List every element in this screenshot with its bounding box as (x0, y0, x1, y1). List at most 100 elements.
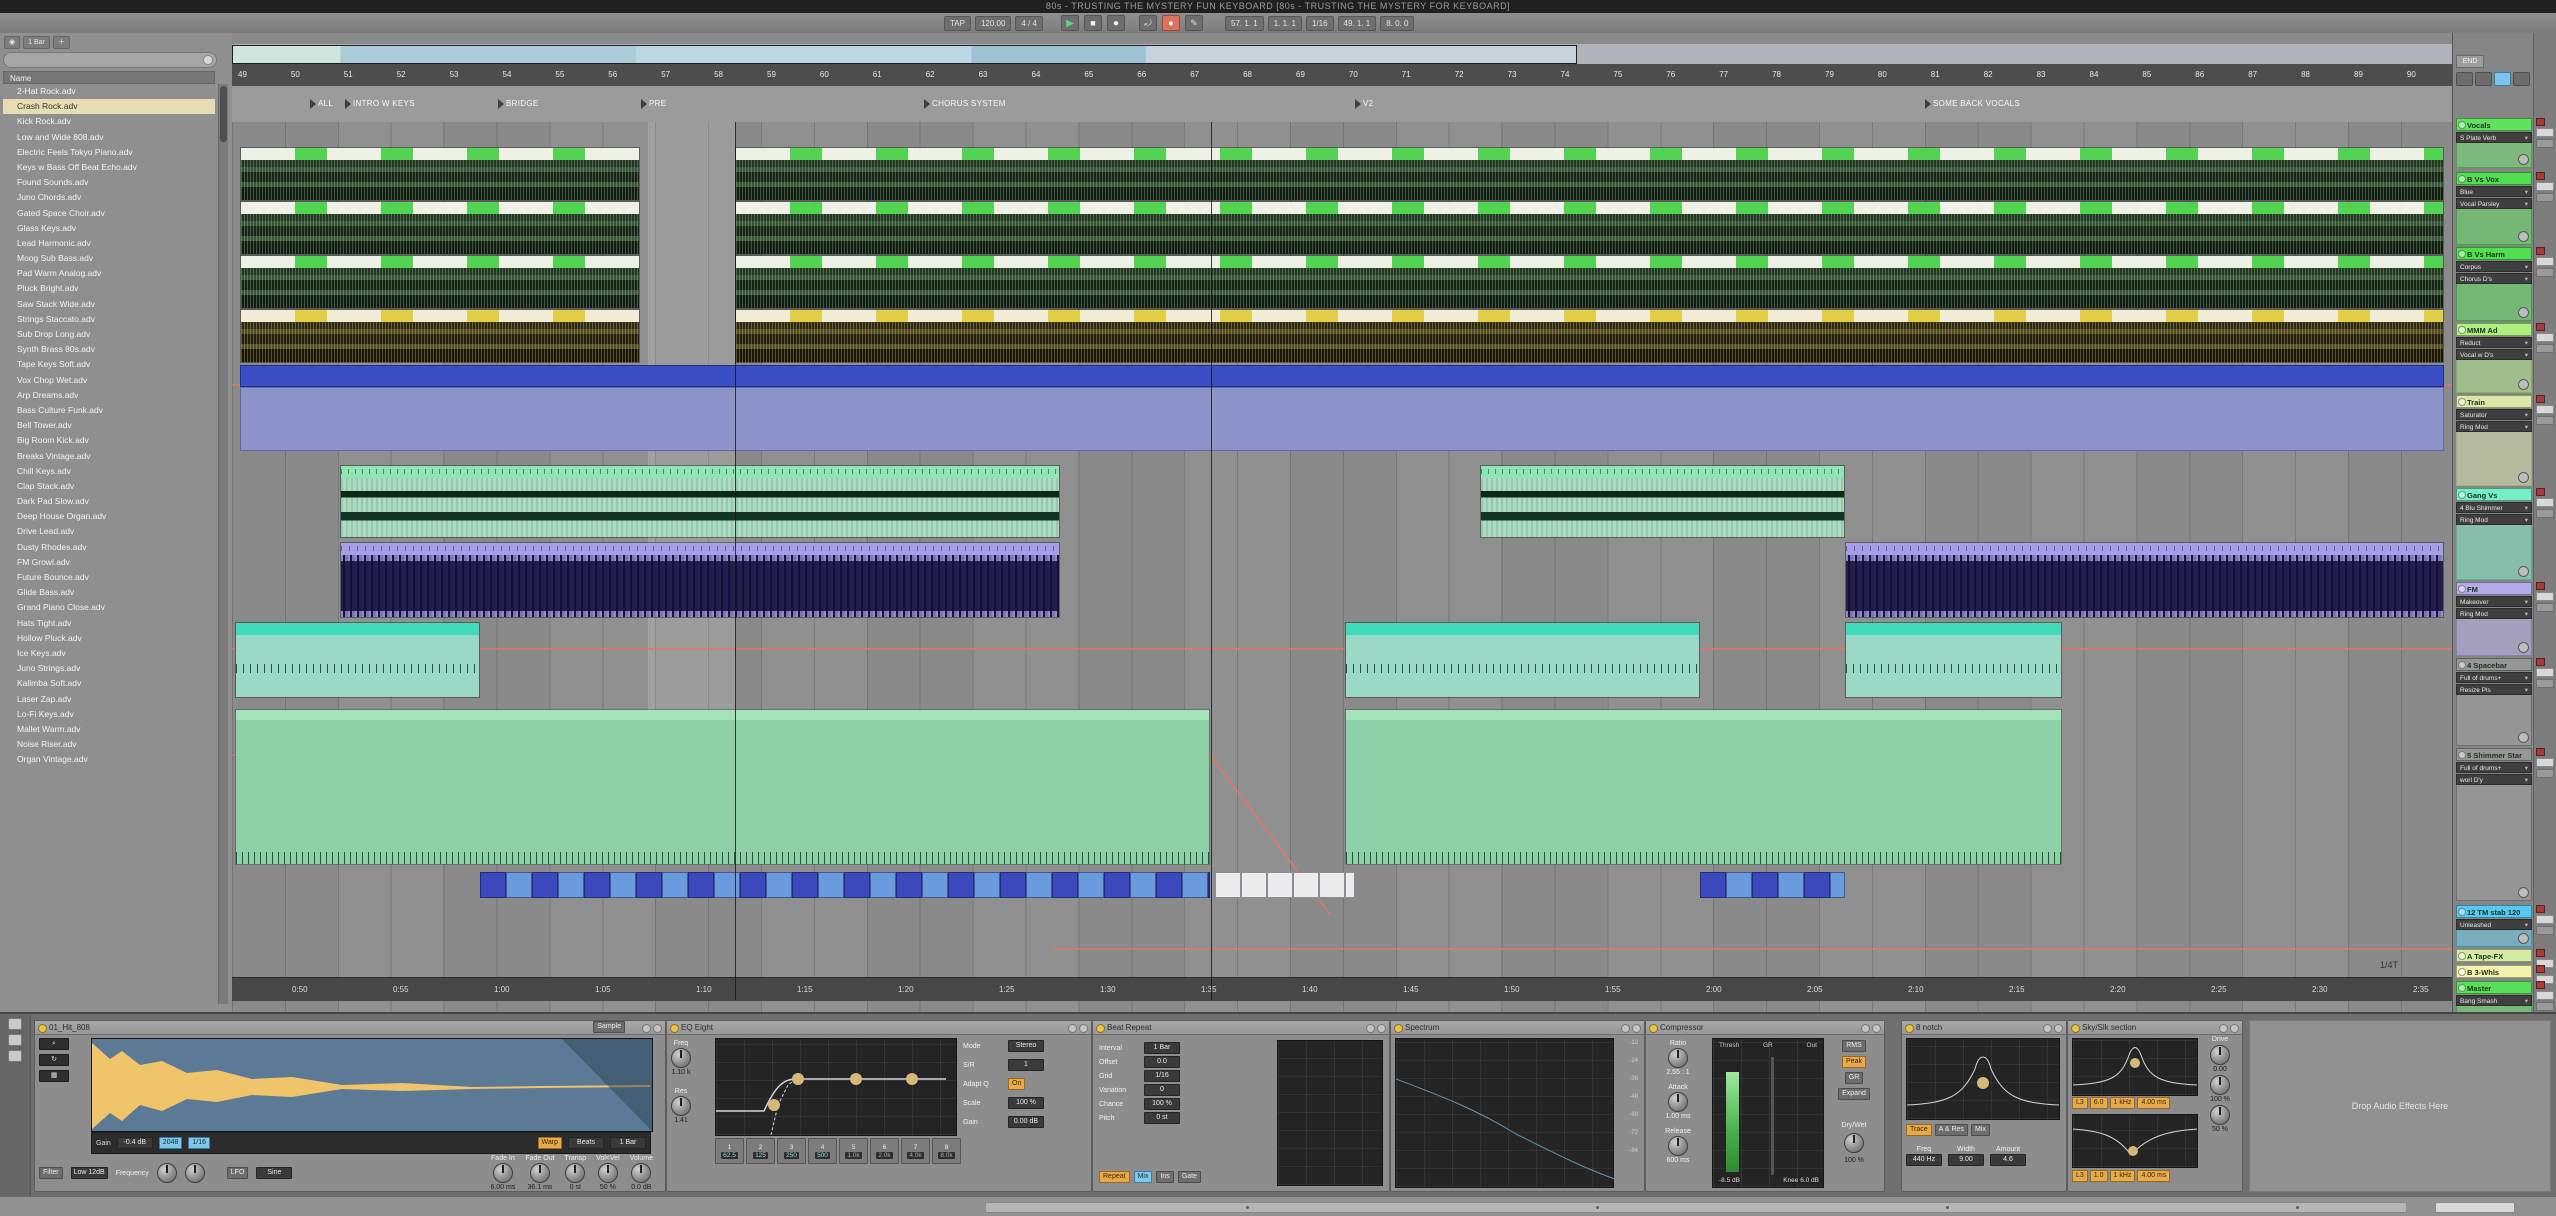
snap-icon[interactable]: ▦ (39, 1070, 69, 1082)
clip-waveform-body[interactable] (1346, 720, 2061, 864)
io-toggle-icon[interactable] (8, 1050, 22, 1062)
io-box[interactable] (2536, 603, 2554, 612)
dual-chip[interactable]: L3 (2072, 1097, 2088, 1109)
filter-type-box[interactable]: Low 12dB (71, 1167, 108, 1179)
record-arm-icon[interactable] (2536, 965, 2545, 973)
track-device-dropdown[interactable]: worl D'y▾ (2456, 774, 2532, 785)
clip-header[interactable] (241, 310, 639, 322)
expand-chip[interactable]: Expand (1838, 1088, 1870, 1100)
io-box[interactable] (2536, 344, 2554, 353)
browser-file-item[interactable]: Electric Feels Tokyo Piano.adv (3, 145, 215, 160)
clip-waveform-body[interactable] (736, 322, 2443, 362)
tempo-field[interactable]: 120.00 (975, 16, 1011, 31)
track-activator-icon[interactable] (2458, 984, 2466, 992)
drywet-knob[interactable] (1844, 1133, 1864, 1153)
browser-filter-chip-1[interactable]: 1 Bar (23, 36, 50, 49)
dual-knob[interactable]: 0.00 (2210, 1045, 2230, 1073)
browser-file-item[interactable]: Vox Chop Wet.adv (3, 373, 215, 388)
track-header-b-vs-vox[interactable]: B Vs VoxBlue▾Vocal Parsley▾ (2456, 172, 2532, 245)
clip-header[interactable] (341, 466, 1059, 478)
clip-waveform-body[interactable] (1846, 635, 2061, 697)
io-box[interactable] (2536, 193, 2554, 202)
track-activator-icon[interactable] (2458, 968, 2466, 976)
device-drop-zone[interactable]: Drop Audio Effects Here (2249, 1020, 2551, 1192)
grid-chip[interactable]: 1/16 (188, 1137, 210, 1149)
beatrepeat-param[interactable]: Grid1/16 (1099, 1070, 1269, 1082)
clip-waveform-body[interactable] (1481, 478, 1844, 537)
midi-clip-cell[interactable] (1208, 872, 1210, 898)
compressor-title-bar[interactable]: Compressor (1646, 1021, 1884, 1035)
stop-button[interactable]: ■ (1084, 15, 1102, 31)
thresh-value[interactable]: -8.5 dB (1719, 1177, 1740, 1184)
eq8-band-8[interactable]: 88.0k (932, 1138, 961, 1164)
locator-marker[interactable]: CHORUS SYSTEM (924, 97, 1006, 110)
audio-clip-yellow[interactable] (240, 309, 640, 363)
dual-chip[interactable]: 1 kHz (2110, 1097, 2136, 1109)
repeat-button[interactable]: Repeat (1099, 1171, 1130, 1183)
record-arm-icon[interactable] (2536, 582, 2545, 590)
dual-title-bar[interactable]: Sky/Slk section (2068, 1021, 2242, 1035)
track-device-dropdown[interactable]: Corpus▾ (2456, 261, 2532, 272)
clip-header[interactable] (1346, 623, 1699, 635)
clip-waveform-body[interactable] (736, 214, 2443, 254)
track-device-dropdown[interactable]: S Plate Verb▾ (2456, 132, 2532, 143)
audio-clip-mint[interactable] (1480, 465, 1845, 538)
threshold-slider[interactable] (1771, 1057, 1774, 1175)
device-hotswap-icons[interactable] (2043, 1024, 2063, 1033)
beatrepeat-param[interactable]: Pitch0 st (1099, 1112, 1269, 1124)
track-device-dropdown[interactable]: Vocal Parsley▾ (2456, 198, 2532, 209)
notch-param[interactable]: Freq440 Hz (1906, 1146, 1942, 1166)
device-hotswap-icons[interactable] (2219, 1024, 2239, 1033)
browser-file-item[interactable]: Laser Zap.adv (3, 692, 215, 707)
dual-curve-display-top[interactable] (2072, 1038, 2198, 1096)
track-device-dropdown[interactable]: Ring Mod▾ (2456, 421, 2532, 432)
io-box[interactable] (2536, 769, 2554, 778)
browser-file-item[interactable]: Pad Warm Analog.adv (3, 266, 215, 281)
browser-file-item[interactable]: Bass Culture Funk.adv (3, 403, 215, 418)
simpler-knob[interactable]: Fade In6.00 ms (490, 1155, 515, 1191)
browser-file-item[interactable]: Juno Chords.adv (3, 190, 215, 205)
record-arm-icon[interactable] (2536, 658, 2545, 666)
warp-mode-box[interactable]: Beats (568, 1137, 604, 1149)
clip-waveform-body[interactable] (241, 160, 639, 200)
browser-file-item[interactable]: Big Room Kick.adv (3, 433, 215, 448)
track-activator-icon[interactable] (2458, 250, 2466, 258)
browser-file-item[interactable]: Grand Piano Close.adv (3, 600, 215, 615)
midi-clip-cell[interactable] (1267, 872, 1293, 898)
compressor-knob[interactable]: Ratio2.55 : 1 (1650, 1040, 1706, 1076)
eq8-band-1[interactable]: 162.5 (715, 1138, 744, 1164)
track-device-dropdown[interactable]: Blue▾ (2456, 186, 2532, 197)
beatrepeat-param[interactable]: Interval1 Bar (1099, 1042, 1269, 1054)
track-header-5-shimmer-star[interactable]: 5 Shimmer StarFull of drums+▾worl D'y▾ (2456, 748, 2532, 901)
clip-header[interactable] (341, 543, 1059, 555)
browser-file-item[interactable]: Ice Keys.adv (3, 646, 215, 661)
dual-chip[interactable]: 4.00 ms (2137, 1170, 2170, 1182)
notch-param[interactable]: Amount4.6 (1990, 1146, 2026, 1166)
midi-clip-cell[interactable] (1700, 872, 1726, 898)
audio-clip-yellow[interactable] (735, 309, 2444, 363)
io-box[interactable] (2536, 592, 2554, 601)
browser-file-item[interactable]: Breaks Vintage.adv (3, 449, 215, 464)
midi-clip-cell[interactable] (1052, 872, 1078, 898)
dual-knob[interactable]: 50 % (2210, 1105, 2230, 1133)
browser-file-item[interactable]: Drive Lead.adv (3, 524, 215, 539)
locator-marker[interactable]: SOME BACK VOCALS (1925, 97, 2020, 110)
device-on-icon[interactable] (1096, 1024, 1105, 1033)
clip-header[interactable] (736, 202, 2443, 214)
midi-clip-cell[interactable] (1182, 872, 1208, 898)
track-header-fm[interactable]: FMMakeover▾Ring Mod▾ (2456, 582, 2532, 656)
track-header-12-tm-stab-120[interactable]: 12 TM stab 120Unleashed▾ (2456, 905, 2532, 947)
simpler-knob[interactable]: Fade Out36.1 ms (525, 1155, 554, 1191)
audio-clip-green[interactable] (735, 255, 2444, 309)
device-view-icon[interactable] (8, 1018, 22, 1030)
midi-clip-cell[interactable] (662, 872, 688, 898)
device-scrollbar[interactable] (985, 1202, 2407, 1213)
gain-value[interactable]: -0.4 dB (117, 1137, 153, 1149)
device-hotswap-icons[interactable] (1366, 1024, 1386, 1033)
overview-viewport-box[interactable] (232, 45, 1577, 64)
midi-clip-cell[interactable] (1026, 872, 1052, 898)
resonance-knob[interactable] (185, 1163, 205, 1183)
io-box[interactable] (2536, 915, 2554, 924)
clip-header[interactable] (736, 256, 2443, 268)
browser-file-item[interactable]: Crash Rock.adv (3, 99, 215, 114)
